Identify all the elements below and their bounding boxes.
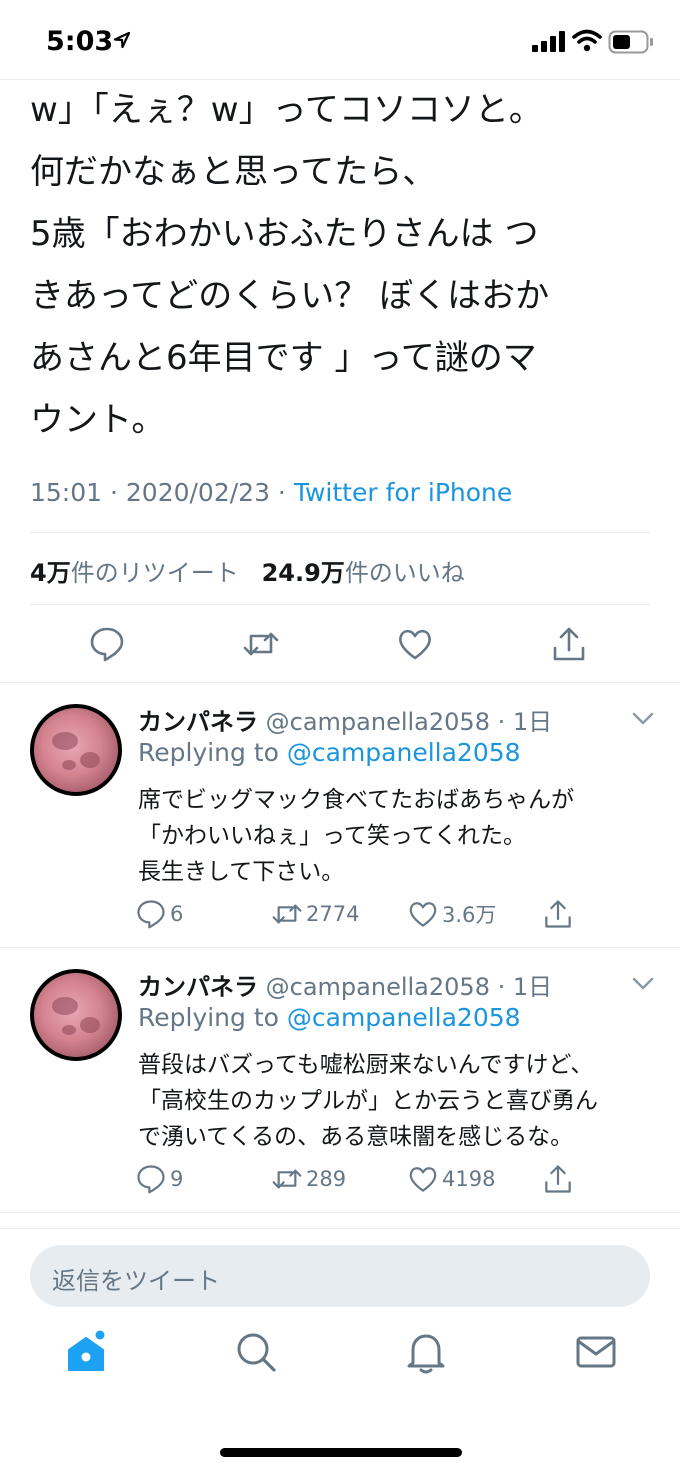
battery-icon — [608, 30, 653, 54]
reply-icon — [137, 1165, 165, 1194]
status-bar: 5:03 — [0, 0, 680, 80]
reply-actions: 6 2774 3.6万 — [0, 896, 680, 936]
like-count: 4198 — [442, 1167, 496, 1191]
reply-text: 席でビッグマック食べてたおばあちゃんが 「かわいいねぇ」って笑ってくれた。 長生… — [138, 787, 575, 885]
retweet-icon[interactable] — [243, 626, 279, 662]
share-icon[interactable] — [551, 626, 587, 662]
reply-actions: 9 289 4198 — [0, 1161, 680, 1201]
chevron-down-icon[interactable] — [632, 712, 654, 726]
retweet-button[interactable]: 289 — [272, 1161, 346, 1197]
tweet-line: 何だかなぁと思ってたら、 — [30, 152, 437, 192]
like-count: 3.6万 — [442, 903, 497, 927]
tweet-time: 15:01 · 2020/02/23 · — [30, 478, 294, 507]
like-button[interactable]: 4198 — [408, 1161, 495, 1197]
tweet-source-link[interactable]: Twitter for iPhone — [294, 478, 512, 507]
tweet-actions — [0, 618, 680, 678]
likes-label: 件のいいね — [344, 559, 465, 587]
like-button[interactable]: 3.6万 — [408, 896, 496, 932]
reply-header: カンパネラ @campanella2058 · 1日 — [138, 702, 552, 737]
share-button[interactable] — [543, 896, 577, 932]
retweet-count: 289 — [306, 1167, 347, 1191]
tab-bar — [0, 1330, 680, 1410]
likes-stat[interactable]: 24.9万件のいいね — [262, 559, 465, 587]
search-icon[interactable] — [234, 1330, 278, 1374]
tweet-timestamp: 15:01 · 2020/02/23 · Twitter for iPhone — [30, 478, 512, 507]
composer-divider — [0, 1228, 680, 1229]
retweet-icon — [272, 1169, 302, 1189]
reply-icon — [137, 900, 165, 929]
tweet-line: w」「えぇ？w」ってコソコソと。 — [30, 90, 543, 130]
cellular-signal-icon — [532, 31, 565, 52]
reply-tweet[interactable]: カンパネラ @campanella2058 · 1日 Replying to @… — [0, 682, 680, 947]
reply-count: 9 — [170, 1167, 184, 1191]
share-icon — [545, 1165, 571, 1193]
like-icon — [409, 1167, 437, 1192]
replying-to: Replying to @campanella2058 — [138, 1003, 521, 1032]
reply-author-name[interactable]: カンパネラ — [138, 708, 258, 736]
replying-to-handle[interactable]: @campanella2058 — [287, 738, 521, 767]
divider — [30, 532, 650, 533]
retweet-icon — [272, 904, 302, 924]
retweet-button[interactable]: 2774 — [272, 896, 359, 932]
likes-count: 24.9万 — [261, 559, 345, 587]
share-button[interactable] — [543, 1161, 577, 1197]
messages-icon[interactable] — [574, 1330, 618, 1374]
reply-icon[interactable] — [89, 626, 125, 662]
avatar[interactable] — [30, 704, 122, 796]
replying-to: Replying to @campanella2058 — [138, 738, 521, 767]
chevron-down-icon[interactable] — [632, 977, 654, 991]
reply-author-handle: @campanella2058 · 1日 — [265, 973, 553, 1001]
retweets-label: 件のリツイート — [70, 559, 239, 587]
avatar[interactable] — [30, 969, 122, 1061]
replying-prefix: Replying to — [138, 738, 287, 767]
tweet-line: 5歳「おわかいおふたりさんは つ — [30, 214, 539, 254]
reply-composer-input[interactable]: 返信をツイート — [30, 1245, 650, 1307]
share-icon — [545, 900, 571, 928]
replying-to-handle[interactable]: @campanella2058 — [287, 1003, 521, 1032]
retweet-count: 2774 — [306, 902, 360, 926]
like-icon[interactable] — [397, 626, 433, 662]
notifications-icon[interactable] — [404, 1330, 448, 1374]
tweet-stats: 4万件のリツイート 24.9万件のいいね — [30, 553, 465, 588]
composer-placeholder: 返信をツイート — [52, 1267, 220, 1295]
retweets-count: 4万 — [30, 559, 71, 587]
reply-count: 6 — [170, 902, 184, 926]
status-time: 5:03 — [46, 26, 114, 57]
home-icon[interactable] — [64, 1330, 108, 1374]
reply-author-name[interactable]: カンパネラ — [138, 973, 258, 1001]
divider — [30, 604, 650, 605]
replying-prefix: Replying to — [138, 1003, 287, 1032]
location-arrow-icon — [113, 31, 131, 49]
tweet-line: ウント。 — [30, 400, 166, 440]
home-indicator[interactable] — [220, 1448, 462, 1457]
wifi-icon — [572, 29, 602, 52]
reply-text: 普段はバズっても嘘松厨来ないんですけど、 「高校生のカップルが」とか云うと喜び勇… — [138, 1052, 598, 1150]
tweet-text: w」「えぇ？w」ってコソコソと。 何だかなぁと思ってたら、 5歳「おわかいおふた… — [30, 80, 660, 452]
tweet-line: あさんと6年目です 」って謎のマ — [30, 338, 537, 378]
tweet-line: きあってどのくらい？ ぼくはおか — [30, 276, 550, 316]
divider — [0, 1212, 680, 1213]
reply-header: カンパネラ @campanella2058 · 1日 — [138, 967, 552, 1002]
retweets-stat[interactable]: 4万件のリツイート — [30, 559, 239, 587]
reply-author-handle: @campanella2058 · 1日 — [265, 708, 553, 736]
like-icon — [409, 902, 437, 927]
reply-button[interactable]: 9 — [136, 1161, 183, 1197]
reply-tweet[interactable]: カンパネラ @campanella2058 · 1日 Replying to @… — [0, 947, 680, 1212]
reply-button[interactable]: 6 — [136, 896, 183, 932]
